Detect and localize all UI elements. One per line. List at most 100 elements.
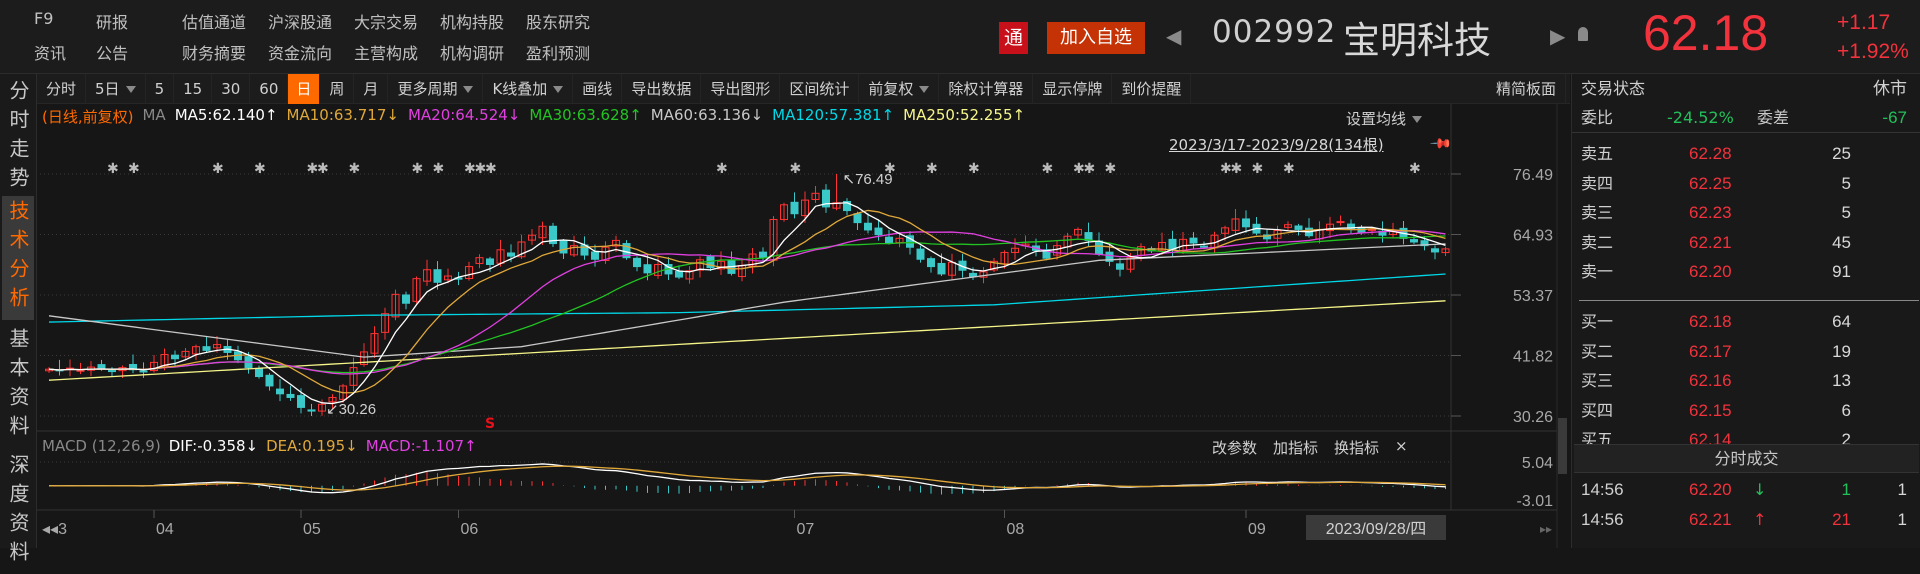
- level-label: 买四: [1581, 400, 1614, 420]
- candle-body: [927, 258, 935, 268]
- candle-body: [1168, 238, 1177, 250]
- candle-body: [1431, 248, 1439, 253]
- scroll-right-icon: ▸▸: [1540, 522, 1552, 536]
- signal-marker-icon: ✱: [433, 161, 445, 177]
- candle-body: [255, 368, 263, 378]
- macd-dif: DIF:-0.358↓: [168, 437, 259, 455]
- chart-mode-label: (日线,前复权): [42, 108, 134, 126]
- date-range-link[interactable]: 2023/3/17-2023/9/28(134根): [1169, 134, 1384, 155]
- level-label: 卖二: [1581, 232, 1614, 252]
- level-label: 卖五: [1581, 144, 1614, 163]
- candle-body: [559, 240, 568, 254]
- level-price: 62.28: [1689, 144, 1732, 163]
- signal-marker-icon: ✱: [968, 161, 980, 177]
- ma10-line: [48, 209, 1446, 394]
- candle-body: [1294, 225, 1303, 230]
- candle-body: [1095, 240, 1103, 255]
- level-volume: 13: [1832, 371, 1851, 390]
- xaxis-label: 06: [461, 521, 479, 538]
- ma-legend: (日线,前复权) MA MA5:62.140↑ MA10:63.717↓ MA20:…: [42, 106, 1025, 127]
- ma250-line: [48, 300, 1446, 381]
- signal-marker-icon: ✱: [1042, 161, 1054, 177]
- signal-marker-icon: ✱: [485, 161, 497, 177]
- xaxis-label: 09: [1248, 521, 1266, 538]
- candle-body: [643, 264, 652, 274]
- close-icon[interactable]: ×: [1395, 437, 1408, 458]
- candle-body: [486, 258, 494, 265]
- wb-label: 委比: [1581, 108, 1614, 127]
- order-book-row: 卖四 62.25 5: [1572, 169, 1920, 199]
- order-book-row: 卖二 62.21 45: [1572, 228, 1920, 258]
- dif-line: [48, 463, 1446, 494]
- candle-body: [1200, 245, 1208, 248]
- price-tick-label: 30.26: [1513, 409, 1553, 426]
- ma-legend-item: MA120:57.381↑: [772, 106, 895, 124]
- tick-count: 1: [1897, 480, 1907, 499]
- arrow-down-icon: ↓: [1753, 480, 1767, 499]
- candle-body: [874, 227, 883, 236]
- sell-signal-marker: S: [485, 416, 495, 432]
- level-label: 买一: [1581, 312, 1614, 331]
- candle-body: [675, 270, 683, 278]
- low-price-label: ↙30.26: [326, 401, 376, 418]
- signal-marker-icon: ✱: [716, 161, 728, 177]
- level-price: 62.23: [1689, 203, 1732, 222]
- candle-body: [276, 388, 284, 395]
- ticks-title[interactable]: 分时成交: [1574, 444, 1919, 473]
- ma-label: MA: [142, 106, 166, 124]
- chevron-down-icon: [1412, 116, 1423, 123]
- candle-body: [307, 409, 316, 412]
- change-params-button[interactable]: 改参数: [1212, 437, 1257, 458]
- order-book-row: 买一 62.18 64: [1572, 307, 1920, 337]
- wb-value: -24.52%: [1667, 108, 1734, 127]
- candle-body: [1368, 228, 1376, 231]
- switch-indicator-button[interactable]: 换指标: [1334, 437, 1379, 458]
- scrollbar[interactable]: [1558, 418, 1567, 474]
- level-price: 62.20: [1689, 262, 1732, 281]
- dea-line: [48, 465, 1446, 491]
- ma-legend-item: MA60:63.136↓: [650, 106, 764, 124]
- level-label: 卖四: [1581, 173, 1614, 193]
- signal-marker-icon: ✱: [107, 161, 119, 177]
- candle-body: [297, 395, 305, 408]
- price-tick-label: 76.49: [1513, 167, 1553, 184]
- signal-marker-icon: ✱: [212, 161, 224, 177]
- signal-marker-icon: ✱: [790, 161, 802, 177]
- order-book-row: 卖一 62.20 91: [1572, 257, 1920, 287]
- tick-row: 14:56 62.20 ↓ 1 1: [1572, 475, 1920, 505]
- level-label: 买三: [1581, 371, 1614, 390]
- level-volume: 19: [1832, 341, 1851, 361]
- tick-price: 62.20: [1689, 480, 1732, 499]
- tick-time: 14:56: [1581, 480, 1624, 499]
- candle-body: [265, 374, 274, 387]
- ma-legend-item: MA20:64.524↓: [407, 106, 521, 124]
- trade-status-label: 交易状态: [1581, 79, 1646, 98]
- candle-body: [853, 213, 862, 224]
- candle-body: [97, 364, 106, 370]
- candle-body: [202, 346, 211, 351]
- candle-body: [591, 251, 599, 260]
- set-ma-button[interactable]: 设置均线: [1346, 108, 1423, 129]
- candle-body: [402, 294, 410, 304]
- candle-body: [916, 248, 925, 260]
- price-tick-label: 64.93: [1513, 228, 1553, 245]
- signal-marker-icon: ✱: [349, 161, 361, 177]
- tick-price: 62.21: [1689, 510, 1732, 529]
- ma30-line: [48, 235, 1446, 374]
- candle-body: [507, 252, 515, 257]
- tick-time: 14:56: [1581, 510, 1624, 529]
- signal-marker-icon: ✱: [884, 161, 896, 177]
- level-volume: 45: [1832, 232, 1851, 252]
- level-price: 62.15: [1689, 400, 1732, 420]
- signal-marker-icon: ✱: [1409, 161, 1421, 177]
- level-label: 买二: [1581, 341, 1614, 361]
- candle-body: [139, 370, 148, 373]
- candle-body: [937, 262, 946, 275]
- ma-legend-item: MA10:63.717↓: [286, 106, 399, 124]
- candle-body: [1116, 263, 1124, 270]
- order-book-row: 买二 62.17 19: [1572, 337, 1920, 367]
- book-divider: [1579, 300, 1919, 301]
- signal-marker-icon: ✱: [1231, 161, 1243, 177]
- add-indicator-button[interactable]: 加指标: [1273, 437, 1318, 458]
- macd-buttons: 改参数 加指标 换指标 ×: [1212, 437, 1408, 458]
